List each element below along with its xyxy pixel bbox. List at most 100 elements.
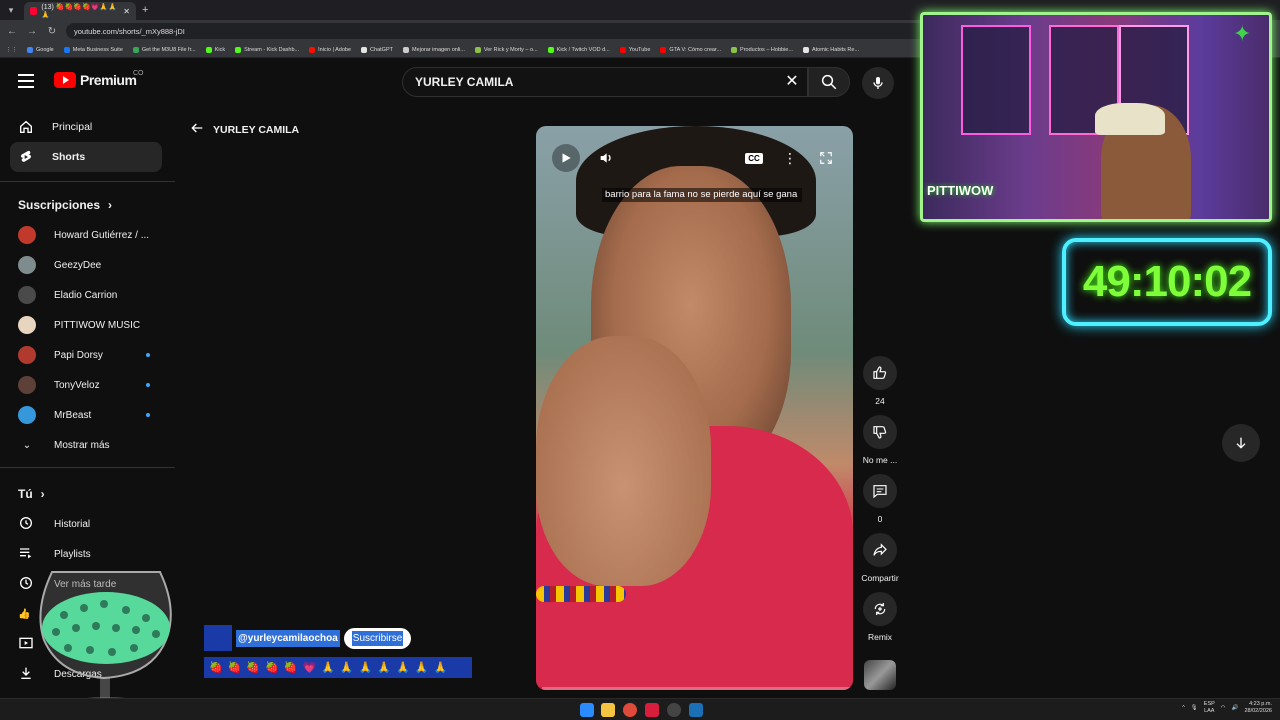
start-menu-icon[interactable] xyxy=(580,703,594,717)
windows-taskbar: ^ 🎙 ESP LAA ◠ 🔊 4:23 p.m. 28/02/2026 xyxy=(0,698,1280,720)
sidebar-item-playlists[interactable]: Playlists xyxy=(18,542,168,566)
back-icon[interactable]: ← xyxy=(6,26,18,37)
mute-button[interactable] xyxy=(592,144,620,172)
reload-icon[interactable]: ↻ xyxy=(46,26,58,37)
subscriptions-header[interactable]: Suscripciones › xyxy=(18,198,112,212)
bookmark[interactable]: Meta Business Suite xyxy=(63,46,123,53)
channel-handle[interactable]: @yurleycamilaochoa xyxy=(236,629,340,647)
youtube-premium-logo[interactable]: Premium xyxy=(54,72,137,88)
mic-tray-icon[interactable]: 🎙 xyxy=(1191,705,1198,711)
bookmark[interactable]: Kick xyxy=(205,46,225,53)
back-to-search-button[interactable]: YURLEY CAMILA xyxy=(189,120,299,139)
subscribe-label: Suscribirse xyxy=(351,630,404,646)
you-header[interactable]: Tú › xyxy=(18,487,45,501)
bookmark-icon xyxy=(619,46,626,53)
bookmark[interactable]: Inicio | Adobe xyxy=(309,46,351,53)
chevron-down-icon: ⌄ xyxy=(22,439,32,451)
voice-search-button[interactable] xyxy=(862,67,894,99)
bookmark[interactable]: Stream - Kick Dashb... xyxy=(235,46,299,53)
subscription-item[interactable]: PITTIWOW MUSIC xyxy=(18,313,168,337)
title-emoji: 🙏 xyxy=(396,662,410,674)
more-options-button[interactable]: ⋮ xyxy=(776,144,804,172)
comment-count: 0 xyxy=(877,514,883,524)
apps-icon[interactable]: ⋮⋮ xyxy=(6,47,17,53)
channel-avatar[interactable] xyxy=(204,625,232,651)
tray-chevron-icon[interactable]: ^ xyxy=(1182,705,1185,711)
title-emoji: 🙏 xyxy=(377,662,392,674)
subscription-item[interactable]: Howard Gutiérrez / ... xyxy=(18,223,168,247)
comments-button[interactable] xyxy=(863,474,897,508)
file-explorer-icon[interactable] xyxy=(601,703,615,717)
bookmark[interactable]: GTA V: Cómo crear... xyxy=(660,46,721,53)
url-field[interactable]: youtube.com/shorts/_mXy888-jDI xyxy=(66,23,926,39)
remix-button[interactable] xyxy=(863,592,897,626)
dislike-label: No me ... xyxy=(862,455,898,465)
sidebar-item-label: Shorts xyxy=(52,151,86,163)
bookmark[interactable]: ChatGPT xyxy=(361,46,393,53)
subscription-item[interactable]: GeezyDee xyxy=(18,253,168,277)
short-title[interactable]: 🍓 🍓 🍓 🍓 🍓 💗 🙏 🙏 🙏 🙏 🙏 🙏 🙏 xyxy=(204,657,472,678)
title-emoji: 🙏 xyxy=(321,662,335,674)
comments-action: 0 xyxy=(858,474,902,524)
like-button[interactable] xyxy=(863,356,897,390)
bookmark[interactable]: Mejorar imagen onli... xyxy=(402,46,465,53)
back-label: YURLEY CAMILA xyxy=(213,123,300,136)
dislike-button[interactable] xyxy=(863,415,897,449)
wifi-icon[interactable]: ◠ xyxy=(1221,705,1226,711)
captions-button[interactable]: CC xyxy=(740,144,768,172)
clock-time: 4:23 p.m. xyxy=(1249,701,1272,707)
browser-tab[interactable]: (13) 🍓🍓🍓🍓💗🙏🙏🙏 ✕ xyxy=(24,2,136,20)
like-action: 24 xyxy=(858,356,902,406)
sidebar-item-principal[interactable]: Principal xyxy=(10,112,162,142)
sidebar-item-historial[interactable]: Historial xyxy=(18,512,168,536)
show-more-button[interactable]: ⌄ Mostrar más xyxy=(18,433,168,457)
close-tab-icon[interactable]: ✕ xyxy=(123,7,130,16)
video-frame-bracelet xyxy=(536,586,626,602)
bookmark-icon xyxy=(235,46,242,53)
subscription-label: GeezyDee xyxy=(54,259,102,271)
obs-icon[interactable] xyxy=(667,703,681,717)
bookmark[interactable]: Kick / Twitch VOD d... xyxy=(547,46,610,53)
search-input[interactable]: YURLEY CAMILA xyxy=(402,67,808,97)
subscription-label: PITTIWOW MUSIC xyxy=(54,319,141,331)
subscription-item[interactable]: TonyVeloz xyxy=(18,373,168,397)
bookmark[interactable]: Ver Rick y Morty – o... xyxy=(474,46,538,53)
steam-icon[interactable] xyxy=(689,703,703,717)
forward-icon[interactable]: → xyxy=(26,26,38,37)
tab-title: (13) 🍓🍓🍓🍓💗🙏🙏🙏 xyxy=(41,4,117,19)
title-emoji: 🙏 xyxy=(414,662,429,674)
subscription-item[interactable]: Eladio Carrion xyxy=(18,283,168,307)
search-button[interactable] xyxy=(808,67,850,97)
audio-thumbnail[interactable] xyxy=(864,660,896,690)
glass-bowl-overlay xyxy=(39,571,172,715)
short-video-player[interactable]: CC ⋮ barrio para la fama no se pierde aq… xyxy=(536,126,853,690)
bookmark[interactable]: YouTube xyxy=(619,46,650,53)
language-indicator[interactable]: ESP LAA xyxy=(1204,701,1215,715)
bookmark[interactable]: Get the M3U8 File fr... xyxy=(132,46,196,53)
share-button[interactable] xyxy=(863,533,897,567)
adobe-icon[interactable] xyxy=(645,703,659,717)
bookmark-icon xyxy=(547,46,554,53)
hamburger-menu-icon[interactable] xyxy=(18,74,34,88)
fullscreen-button[interactable] xyxy=(812,144,840,172)
title-emoji: 🍓 xyxy=(227,662,242,674)
bookmark-label: Meta Business Suite xyxy=(72,46,123,53)
chrome-icon[interactable] xyxy=(623,703,637,717)
volume-tray-icon[interactable]: 🔊 xyxy=(1232,705,1239,711)
bookmark[interactable]: Productos – Hobbie... xyxy=(731,46,793,53)
video-progress-bar[interactable] xyxy=(536,687,853,690)
subscription-item[interactable]: MrBeast xyxy=(18,403,168,427)
subscribe-button[interactable]: Suscribirse xyxy=(343,627,412,649)
new-tab-icon[interactable]: + xyxy=(142,4,148,16)
bookmark[interactable]: Google xyxy=(27,46,54,53)
bookmark[interactable]: Atomic Habits Re... xyxy=(802,46,859,53)
remix-icon xyxy=(874,603,886,615)
subscription-item[interactable]: Papi Dorsy xyxy=(18,343,168,367)
play-button[interactable] xyxy=(552,144,580,172)
sidebar-item-shorts[interactable]: Shorts xyxy=(10,142,162,172)
title-emoji: 🍓 xyxy=(265,662,279,674)
next-short-button[interactable] xyxy=(1222,424,1260,462)
clock[interactable]: 4:23 p.m. 28/02/2026 xyxy=(1244,701,1272,715)
tab-search-icon[interactable]: ▾ xyxy=(4,3,18,17)
clear-search-icon[interactable]: ✕ xyxy=(782,72,802,92)
